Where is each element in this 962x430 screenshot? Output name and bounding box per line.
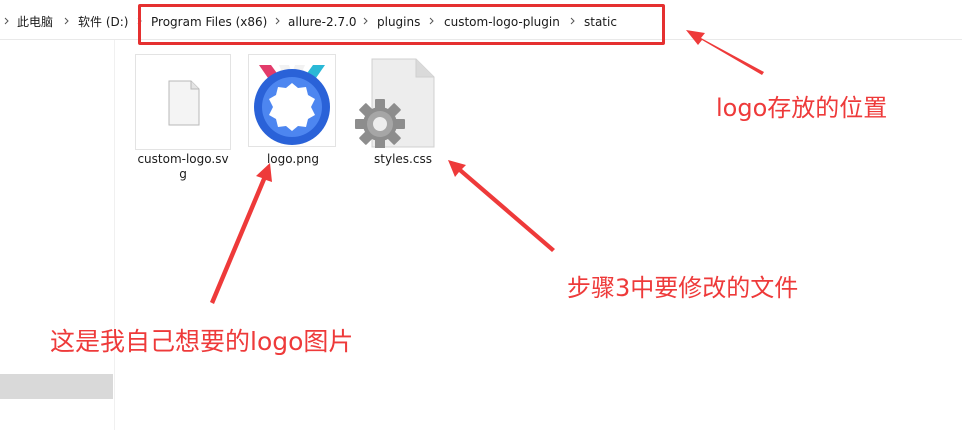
annotation-my-logo: 这是我自己想要的logo图片 (50, 327, 354, 356)
arrow-to-logo-icon (210, 163, 272, 304)
annotation-logo-location: logo存放的位置 (716, 94, 888, 122)
arrow-to-css-icon (448, 160, 555, 252)
file-explorer-window: 此电脑 软件 (D:) Program Files (x86) allure-2… (0, 0, 962, 430)
annotation-file-to-edit: 步骤3中要修改的文件 (567, 274, 799, 302)
arrow-to-address-icon (686, 30, 764, 75)
annotation-arrows (210, 30, 764, 304)
